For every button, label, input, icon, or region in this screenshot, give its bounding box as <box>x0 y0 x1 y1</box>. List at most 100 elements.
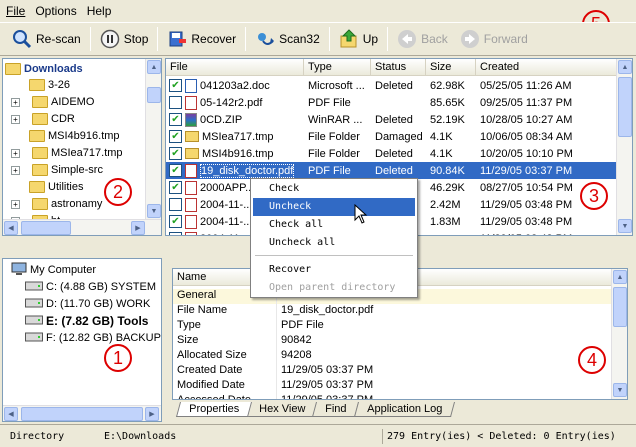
cell-type: PDF File <box>308 164 351 177</box>
tree-item-label: MSI4b916.tmp <box>48 130 120 142</box>
back-button[interactable]: Back <box>391 25 454 53</box>
row-checkbox[interactable]: ✔ <box>169 164 182 177</box>
row-checkbox[interactable]: ✔ <box>169 215 182 228</box>
tree-item[interactable]: Utilities <box>29 179 83 195</box>
row-checkbox[interactable]: ✔ <box>169 130 182 143</box>
drive-label: F: (12.82 GB) BACKUP <box>46 332 161 344</box>
tree-item[interactable]: + astronamy <box>11 196 102 212</box>
scroll-up-icon[interactable]: ▲ <box>147 60 161 74</box>
scroll-thumb[interactable] <box>21 221 71 235</box>
column-header-status[interactable]: Status <box>371 59 426 75</box>
cell-size: 4.1K <box>430 130 453 143</box>
splitter[interactable] <box>2 237 162 257</box>
tree-item[interactable]: 3-26 <box>29 77 70 93</box>
tree-horizontal-scrollbar[interactable]: ◀ ▶ <box>3 219 161 235</box>
scroll-down-icon[interactable]: ▼ <box>147 204 161 218</box>
scroll-up-icon[interactable]: ▲ <box>613 270 627 284</box>
scroll-right-icon[interactable]: ▶ <box>145 407 159 421</box>
drive-item-selected[interactable]: E: (7.82 GB) Tools <box>25 313 148 329</box>
menu-file[interactable]: File <box>6 4 25 18</box>
column-header-type[interactable]: Type <box>304 59 371 75</box>
menu-item-check-all[interactable]: Check all <box>253 216 415 234</box>
file-name: 2004-11-... <box>200 215 253 228</box>
scroll-thumb[interactable] <box>147 87 161 103</box>
menu-item-open-parent-directory[interactable]: Open parent directory <box>253 279 415 297</box>
row-checkbox[interactable] <box>169 232 182 235</box>
expand-icon[interactable]: + <box>11 114 20 124</box>
expand-icon[interactable]: + <box>11 97 20 107</box>
row-checkbox[interactable]: ✔ <box>169 147 182 160</box>
tree-item[interactable]: + MSIea717.tmp <box>11 145 123 161</box>
property-value: 11/29/05 03:37 PM <box>281 379 374 391</box>
menu-options[interactable]: Options <box>35 4 76 18</box>
stop-button[interactable]: Stop <box>94 25 155 53</box>
row-checkbox[interactable]: ✔ <box>169 181 182 194</box>
menu-item-recover[interactable]: Recover <box>253 261 415 279</box>
scroll-thumb[interactable] <box>613 287 627 327</box>
my-computer-item[interactable]: My Computer <box>11 262 96 278</box>
properties-scrollbar[interactable]: ▲ ▼ <box>611 269 627 399</box>
row-checkbox[interactable] <box>169 96 182 109</box>
tree-item-label: 3-26 <box>48 79 71 91</box>
drive-item[interactable]: F: (12.82 GB) BACKUP <box>25 330 161 346</box>
table-row[interactable]: ✔ MSI4b916.tmp File Folder Deleted 4.1K 10/20… <box>166 145 618 162</box>
file-name: 2000APP... <box>200 181 255 194</box>
scan32-button[interactable]: Scan32 <box>249 25 326 53</box>
tree-root[interactable]: Downloads <box>5 61 83 77</box>
tab-find[interactable]: Find <box>312 402 360 417</box>
property-row: Accessed Date 11/29/05 03:37 PM <box>173 394 613 399</box>
table-row[interactable]: ✔ 041203a2.doc Microsoft ... Deleted 62.98K 0… <box>166 77 618 94</box>
toolbar-separator <box>387 27 389 51</box>
row-checkbox[interactable]: ✔ <box>169 79 182 92</box>
tab-properties[interactable]: Properties <box>175 402 253 417</box>
scroll-right-icon[interactable]: ▶ <box>131 221 145 235</box>
table-row[interactable]: ✔ 19_disk_doctor.pdf PDF File Deleted 90.84K… <box>166 162 618 179</box>
column-header-file[interactable]: File <box>166 59 304 75</box>
table-row[interactable]: 05-142r2.pdf PDF File 85.65K 09/25/05 11:37… <box>166 94 618 111</box>
row-checkbox[interactable]: ✔ <box>169 113 182 126</box>
tab-label: Find <box>325 403 347 415</box>
row-checkbox[interactable] <box>169 198 182 211</box>
table-row[interactable]: ✔ MSIea717.tmp File Folder Damaged 4.1K 10/06… <box>166 128 618 145</box>
file-list-scrollbar[interactable]: ▲ ▼ <box>616 59 632 235</box>
recover-button[interactable]: Recover <box>161 25 242 53</box>
expand-icon[interactable]: + <box>11 165 20 175</box>
menu-item-check[interactable]: Check <box>253 180 415 198</box>
menu-help[interactable]: Help <box>87 4 112 18</box>
rescan-button[interactable]: Re-scan <box>6 25 87 53</box>
drive-item[interactable]: C: (4.88 GB) SYSTEM <box>25 279 156 295</box>
forward-button[interactable]: Forward <box>454 25 534 53</box>
expand-icon[interactable]: + <box>11 148 20 158</box>
scroll-down-icon[interactable]: ▼ <box>618 219 632 233</box>
cell-status: Damaged <box>375 130 423 143</box>
drive-item[interactable]: D: (11.70 GB) WORK <box>25 296 150 312</box>
tree-item[interactable]: + Simple-src <box>11 162 103 178</box>
scroll-left-icon[interactable]: ◀ <box>4 407 18 421</box>
scroll-thumb[interactable] <box>21 407 143 421</box>
tab-application-log[interactable]: Application Log <box>353 402 456 417</box>
scroll-thumb[interactable] <box>618 77 632 137</box>
forward-label: Forward <box>483 32 528 46</box>
tree-vertical-scrollbar[interactable]: ▲ ▼ <box>145 59 161 219</box>
tree-item[interactable]: MSI4b916.tmp <box>29 128 120 144</box>
expand-icon[interactable]: + <box>11 199 20 209</box>
tree-item[interactable]: + AIDEMO <box>11 94 94 110</box>
cell-size: 1.83M <box>430 215 461 228</box>
folder-file-icon <box>185 148 199 159</box>
table-row[interactable]: ✔ 0CD.ZIP WinRAR ... Deleted 52.19K 10/28/05 … <box>166 111 618 128</box>
property-value: 11/29/05 03:37 PM <box>281 364 374 376</box>
scroll-up-icon[interactable]: ▲ <box>618 60 632 74</box>
drives-horizontal-scrollbar[interactable]: ◀ ▶ <box>3 405 161 421</box>
tree-item[interactable]: + CDR <box>11 111 75 127</box>
cell-created: 10/28/05 10:27 AM <box>480 113 573 126</box>
scroll-down-icon[interactable]: ▼ <box>613 383 627 397</box>
column-header-size[interactable]: Size <box>426 59 476 75</box>
menu-item-uncheck-all[interactable]: Uncheck all <box>253 234 415 252</box>
tab-hex-view[interactable]: Hex View <box>246 402 319 417</box>
menu-bar: File Options Help <box>0 0 636 22</box>
column-header-created[interactable]: Created <box>476 59 618 75</box>
menu-separator <box>255 255 413 256</box>
scroll-left-icon[interactable]: ◀ <box>4 221 18 235</box>
up-button[interactable]: Up <box>333 25 384 53</box>
menu-item-uncheck[interactable]: Uncheck <box>253 198 415 216</box>
